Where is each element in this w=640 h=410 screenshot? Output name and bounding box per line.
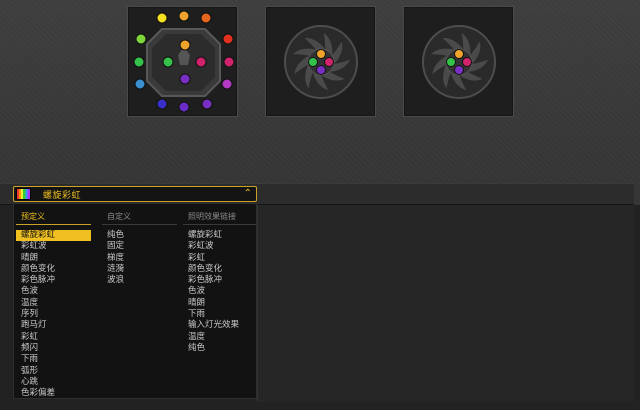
fan-graphic [284, 25, 358, 99]
effect-option[interactable]: 螺旋彩虹 [16, 230, 91, 242]
fan-led[interactable] [316, 49, 326, 59]
effect-dropdown: 预定义 螺旋彩虹 彩虹波 晴朗 颜色变化 彩色脉冲 色波 温度 序列 跑马灯 彩虹 频闪 下雨 弧形 心跳… [13, 203, 257, 399]
effect-option[interactable]: 颜色变化 [183, 264, 256, 275]
ring-led[interactable] [222, 33, 234, 45]
controller-graphic [133, 10, 235, 113]
ring-led[interactable] [156, 98, 168, 110]
effect-settings-pane [257, 205, 634, 402]
effect-option[interactable]: 色波 [183, 286, 256, 297]
effect-option[interactable]: 螺旋彩虹 [183, 230, 256, 241]
effect-option[interactable]: 彩虹 [183, 253, 256, 264]
fan-led[interactable] [316, 65, 326, 75]
effect-option[interactable]: 彩色脉冲 [16, 275, 91, 286]
effect-option[interactable]: 晴朗 [16, 253, 91, 264]
effect-option[interactable]: 晴朗 [183, 298, 256, 309]
hub-led[interactable] [179, 39, 191, 51]
rainbow-swatch-icon [16, 188, 31, 200]
fan-led[interactable] [454, 65, 464, 75]
ring-led[interactable] [156, 12, 168, 24]
ring-led[interactable] [201, 98, 213, 110]
device-preview-fan-2[interactable] [403, 6, 514, 117]
effect-select[interactable]: 螺旋彩虹 ⌃ [13, 186, 257, 202]
effect-option[interactable]: 纯色 [102, 230, 177, 241]
effect-option[interactable]: 温度 [16, 298, 91, 309]
effect-option[interactable]: 心跳 [16, 377, 91, 388]
ring-led[interactable] [135, 33, 147, 45]
effect-option[interactable]: 颜色变化 [16, 264, 91, 275]
effect-option[interactable]: 波浪 [102, 275, 177, 286]
column-header[interactable]: 预定义 [16, 211, 91, 225]
ring-led[interactable] [221, 78, 233, 90]
effect-option[interactable]: 色波 [16, 286, 91, 297]
effect-option[interactable]: 梯度 [102, 253, 177, 264]
effect-option[interactable]: 下雨 [16, 354, 91, 365]
ring-led[interactable] [200, 12, 212, 24]
effect-option[interactable]: 频闪 [16, 343, 91, 354]
column-header[interactable]: 自定义 [102, 211, 177, 225]
ring-led[interactable] [133, 56, 145, 68]
effect-option[interactable]: 纯色 [183, 343, 256, 354]
hub-led[interactable] [179, 73, 191, 85]
effect-option[interactable]: 彩虹波 [183, 241, 256, 252]
effect-option[interactable]: 彩虹 [16, 332, 91, 343]
fan-graphic [422, 25, 496, 99]
lighting-link-column: 照明效果链接 螺旋彩虹 彩虹波 彩虹 颜色变化 彩色脉冲 色波 晴朗 下雨 输入灯光效果 温度 纯色 [183, 211, 256, 354]
effect-option[interactable]: 跑马灯 [16, 320, 91, 331]
effect-option[interactable]: 序列 [16, 309, 91, 320]
effect-list: 螺旋彩虹 彩虹波 彩虹 颜色变化 彩色脉冲 色波 晴朗 下雨 输入灯光效果 温度 纯色 [183, 230, 256, 354]
device-preview-controller[interactable] [127, 6, 238, 117]
ring-led[interactable] [134, 78, 146, 90]
effect-option[interactable]: 彩虹波 [16, 241, 91, 252]
fan-led[interactable] [446, 57, 456, 67]
fan-led[interactable] [454, 49, 464, 59]
effect-option[interactable]: 下雨 [183, 309, 256, 320]
effect-option[interactable]: 固定 [102, 241, 177, 252]
effect-option[interactable]: 弧形 [16, 366, 91, 377]
fan-led[interactable] [308, 57, 318, 67]
fan-led[interactable] [462, 57, 472, 67]
chevron-up-icon[interactable]: ⌃ [244, 188, 252, 199]
predefined-column: 预定义 螺旋彩虹 彩虹波 晴朗 颜色变化 彩色脉冲 色波 温度 序列 跑马灯 彩虹 频闪 下雨 弧形 心跳… [16, 211, 91, 399]
hub-led[interactable] [195, 56, 207, 68]
effect-list: 螺旋彩虹 彩虹波 晴朗 颜色变化 彩色脉冲 色波 温度 序列 跑马灯 彩虹 频闪 下雨 弧形 心跳 色彩偏差 [16, 230, 91, 399]
effect-select-value: 螺旋彩虹 [43, 190, 82, 201]
effect-option[interactable]: 彩色脉冲 [183, 275, 256, 286]
fan-led[interactable] [324, 57, 334, 67]
effect-option[interactable]: 涟漪 [102, 264, 177, 275]
device-preview-fan-1[interactable] [265, 6, 376, 117]
ring-led[interactable] [178, 101, 190, 113]
effect-option[interactable]: 色彩偏差 [16, 388, 91, 399]
ring-led[interactable] [223, 56, 235, 68]
effect-option[interactable]: 输入灯光效果 [183, 320, 256, 331]
hub-led[interactable] [162, 56, 174, 68]
custom-column: 自定义 纯色 固定 梯度 涟漪 波浪 [102, 211, 177, 286]
column-header[interactable]: 照明效果链接 [183, 211, 256, 225]
effect-list: 纯色 固定 梯度 涟漪 波浪 [102, 230, 177, 286]
effect-option[interactable]: 温度 [183, 332, 256, 343]
ring-led[interactable] [178, 10, 190, 22]
